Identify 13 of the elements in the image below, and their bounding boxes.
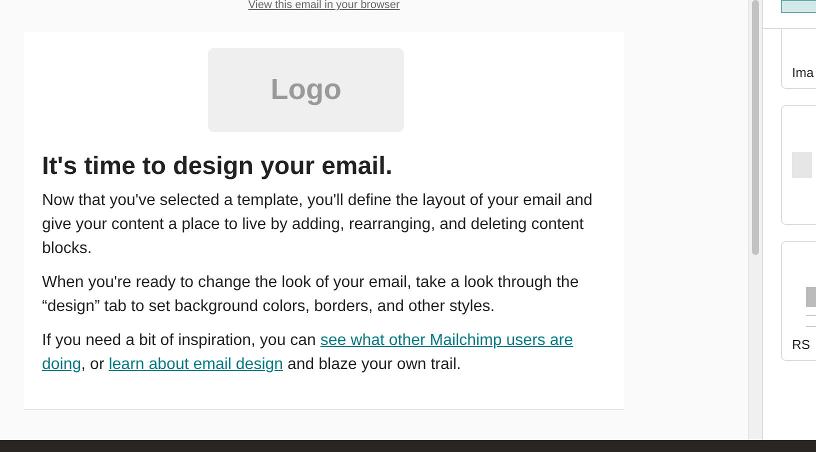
scrollbar-thumb[interactable] bbox=[752, 0, 759, 255]
logo-text: Logo bbox=[270, 74, 342, 106]
browser-link[interactable]: View this email in your browser bbox=[248, 0, 400, 11]
image-block-tile[interactable]: Ima bbox=[781, 29, 816, 89]
rss-block-tile[interactable]: RS bbox=[781, 241, 816, 361]
body-paragraph: If you need a bit of inspiration, you can see what other Mailchimp users are doing, or learn about email design and blaze your own trail. bbox=[42, 331, 574, 375]
email-heading: It's time to design your email. bbox=[42, 152, 394, 181]
text-link[interactable]: doing bbox=[42, 356, 82, 373]
block-icon bbox=[792, 152, 812, 178]
body-paragraph: When you're ready to change the look of your email, take a look through the “design” tab to set background colors, borders, and other styles. bbox=[42, 273, 580, 317]
text-link[interactable]: learn about email design bbox=[108, 356, 284, 373]
body-paragraph: Now that you've selected a template, you'll define the layout of your email and give your content a place to live by adding, rearranging, and deleting content blocks. bbox=[42, 191, 594, 259]
text-link[interactable]: see what other Mailchimp users are bbox=[320, 332, 573, 349]
